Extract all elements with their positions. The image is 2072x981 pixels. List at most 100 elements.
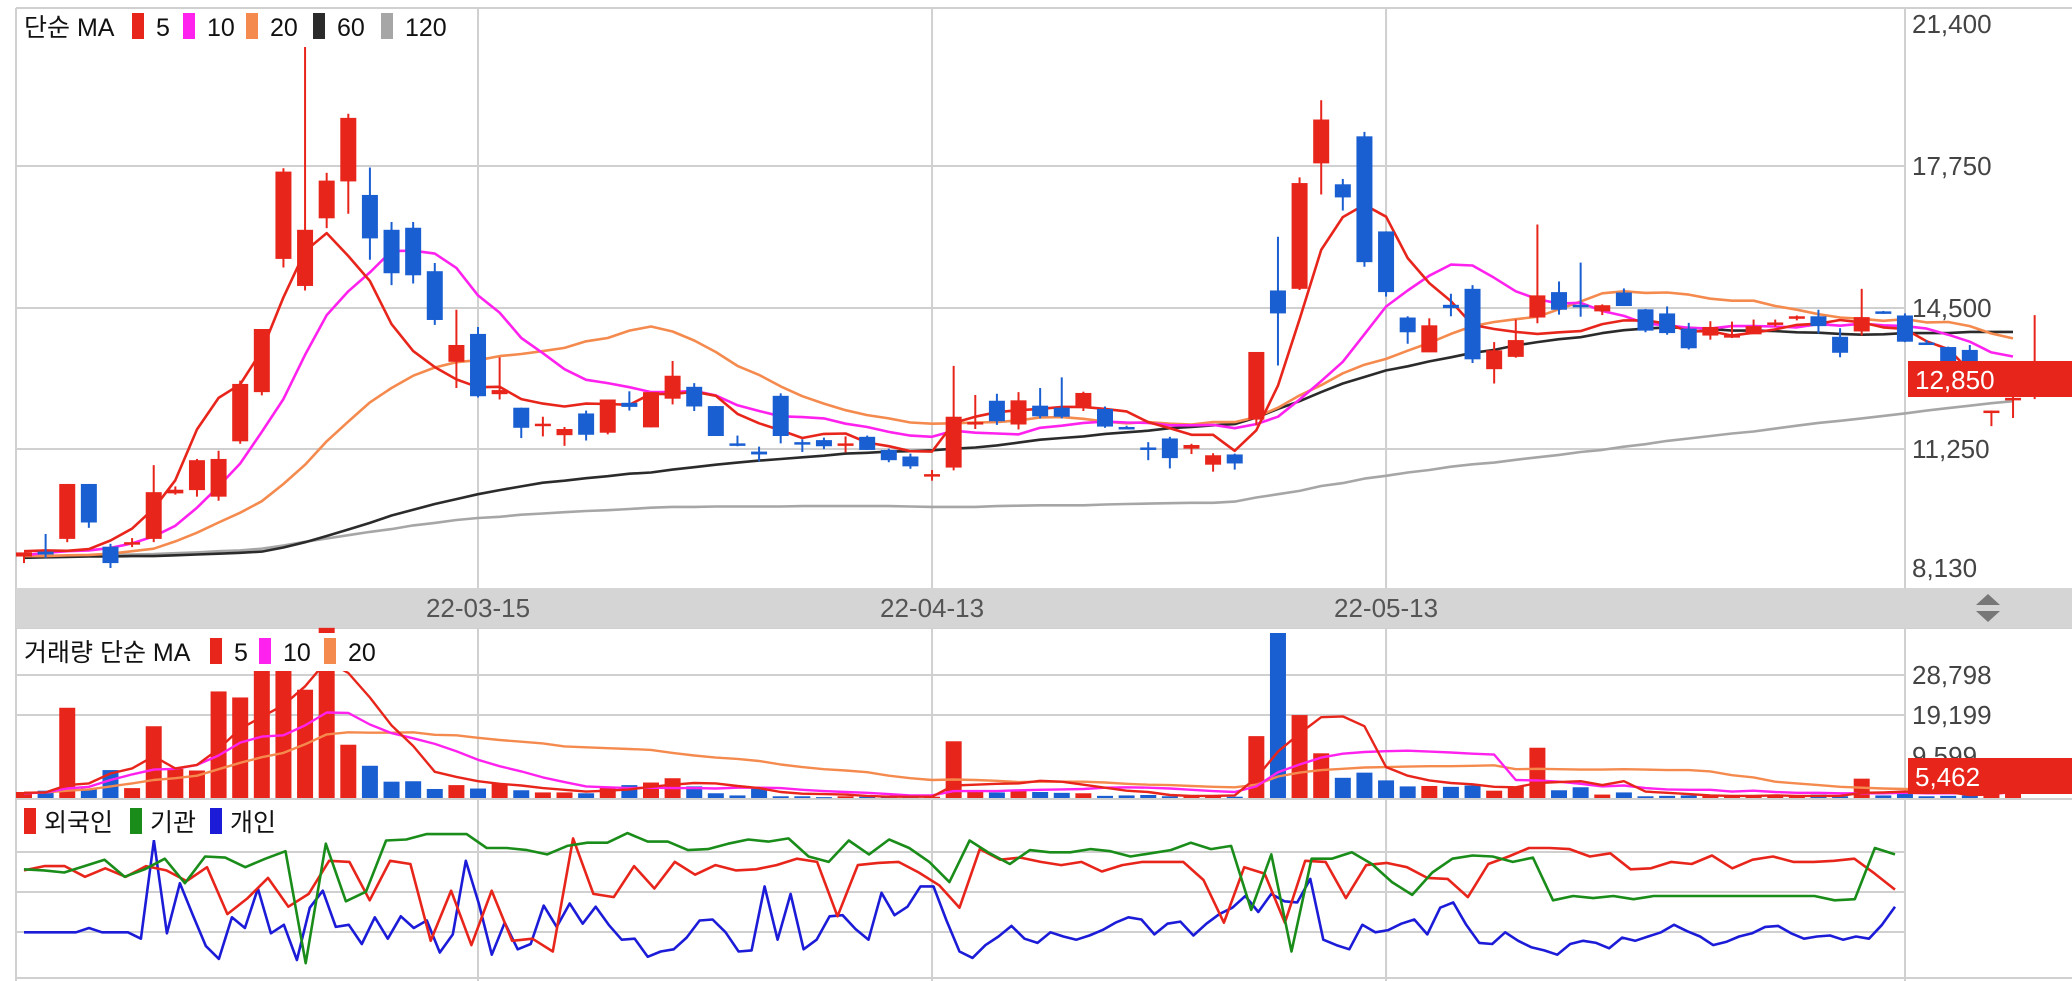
candle[interactable] <box>1140 442 1157 461</box>
candle[interactable] <box>967 395 984 430</box>
candle[interactable] <box>1334 178 1351 211</box>
candle[interactable] <box>1745 319 1762 335</box>
volume-bar[interactable] <box>1875 795 1892 798</box>
candle[interactable] <box>880 448 897 463</box>
volume-bar[interactable] <box>642 782 659 798</box>
candle[interactable] <box>815 437 832 450</box>
candle[interactable] <box>1507 319 1524 358</box>
candle[interactable] <box>1399 316 1416 344</box>
volume-bar[interactable] <box>426 788 443 798</box>
price-candles[interactable] <box>16 24 2043 568</box>
volume-bar[interactable] <box>1421 785 1438 798</box>
volume-bar[interactable] <box>1334 777 1351 798</box>
candle[interactable] <box>1118 425 1135 430</box>
candle[interactable] <box>1464 285 1481 364</box>
volume-bar[interactable] <box>275 650 292 798</box>
volume-bar[interactable] <box>124 788 141 798</box>
volume-bar[interactable] <box>253 651 270 798</box>
candle[interactable] <box>491 357 508 400</box>
candle[interactable] <box>988 393 1005 425</box>
candle[interactable] <box>1918 340 1935 346</box>
volume-bar[interactable] <box>556 792 573 798</box>
candle[interactable] <box>80 483 97 528</box>
volume-bar[interactable] <box>361 765 378 798</box>
candle[interactable] <box>340 113 357 214</box>
volume-bar[interactable] <box>1053 792 1070 798</box>
volume-bar[interactable] <box>988 792 1005 798</box>
volume-bar[interactable] <box>1032 791 1049 798</box>
candle[interactable] <box>210 450 227 501</box>
candle[interactable] <box>1853 288 1870 336</box>
volume-bar[interactable] <box>1486 790 1503 798</box>
candle[interactable] <box>1097 406 1113 428</box>
candle[interactable] <box>145 465 162 543</box>
candle[interactable] <box>534 416 551 437</box>
candle[interactable] <box>707 406 724 436</box>
candle[interactable] <box>1421 318 1438 353</box>
volume-bar[interactable] <box>1399 786 1416 798</box>
volume-bar[interactable] <box>383 781 400 798</box>
volume-bar[interactable] <box>470 788 487 798</box>
candle[interactable] <box>1291 177 1308 291</box>
candle[interactable] <box>1053 377 1070 419</box>
candle[interactable] <box>1032 388 1049 419</box>
candle[interactable] <box>1248 351 1265 426</box>
volume-bar[interactable] <box>1442 786 1459 798</box>
volume-bar[interactable] <box>448 785 465 798</box>
candle[interactable] <box>1313 100 1330 195</box>
candle[interactable] <box>297 24 314 291</box>
candle[interactable] <box>642 392 659 428</box>
volume-bar[interactable] <box>1940 795 1957 798</box>
candle[interactable] <box>664 360 681 405</box>
candle[interactable] <box>318 172 335 229</box>
candle[interactable] <box>1075 391 1092 411</box>
candle[interactable] <box>1205 453 1222 472</box>
candle[interactable] <box>232 380 249 444</box>
candle[interactable] <box>1269 236 1286 366</box>
volume-bar[interactable] <box>1615 792 1632 798</box>
candle[interactable] <box>859 435 876 450</box>
candle[interactable] <box>686 383 703 411</box>
candle[interactable] <box>361 167 378 260</box>
candle[interactable] <box>924 470 941 481</box>
volume-bar[interactable] <box>534 792 551 798</box>
candle[interactable] <box>59 483 76 543</box>
candle[interactable] <box>556 426 573 446</box>
volume-bar[interactable] <box>1529 747 1546 798</box>
volume-bar[interactable] <box>1464 785 1481 798</box>
candle[interactable] <box>1637 308 1654 333</box>
volume-bar[interactable] <box>405 781 422 798</box>
volume-bar[interactable] <box>1680 795 1697 798</box>
candle[interactable] <box>383 222 400 286</box>
volume-bar[interactable] <box>815 797 832 799</box>
candle[interactable] <box>729 435 746 447</box>
volume-bar[interactable] <box>1507 786 1524 798</box>
volume-bar[interactable] <box>145 726 162 798</box>
candle[interactable] <box>1356 131 1373 267</box>
candle[interactable] <box>1788 315 1805 321</box>
candle[interactable] <box>1702 321 1719 340</box>
candle[interactable] <box>1010 392 1027 430</box>
volume-bar[interactable] <box>707 793 724 798</box>
candle[interactable] <box>275 168 292 268</box>
volume-bar[interactable] <box>1551 790 1568 798</box>
volume-bar[interactable] <box>1637 796 1654 798</box>
volume-bar[interactable] <box>1161 796 1178 798</box>
candle[interactable] <box>794 439 811 452</box>
volume-bar[interactable] <box>1918 796 1935 798</box>
candle[interactable] <box>1161 436 1178 469</box>
candle[interactable] <box>578 410 595 441</box>
volume-bar[interactable] <box>1097 795 1113 798</box>
volume-bar[interactable] <box>1140 794 1157 798</box>
volume-bar[interactable] <box>1356 772 1373 798</box>
volume-bar[interactable] <box>1572 787 1589 798</box>
volume-bar[interactable] <box>1896 793 1913 798</box>
volume-bar[interactable] <box>491 783 508 798</box>
volume-bar[interactable] <box>772 796 789 798</box>
candle[interactable] <box>1983 410 2000 427</box>
candle[interactable] <box>426 262 443 325</box>
candle[interactable] <box>253 329 270 396</box>
candle[interactable] <box>902 453 919 469</box>
candle[interactable] <box>1551 281 1568 315</box>
candle[interactable] <box>470 326 487 398</box>
